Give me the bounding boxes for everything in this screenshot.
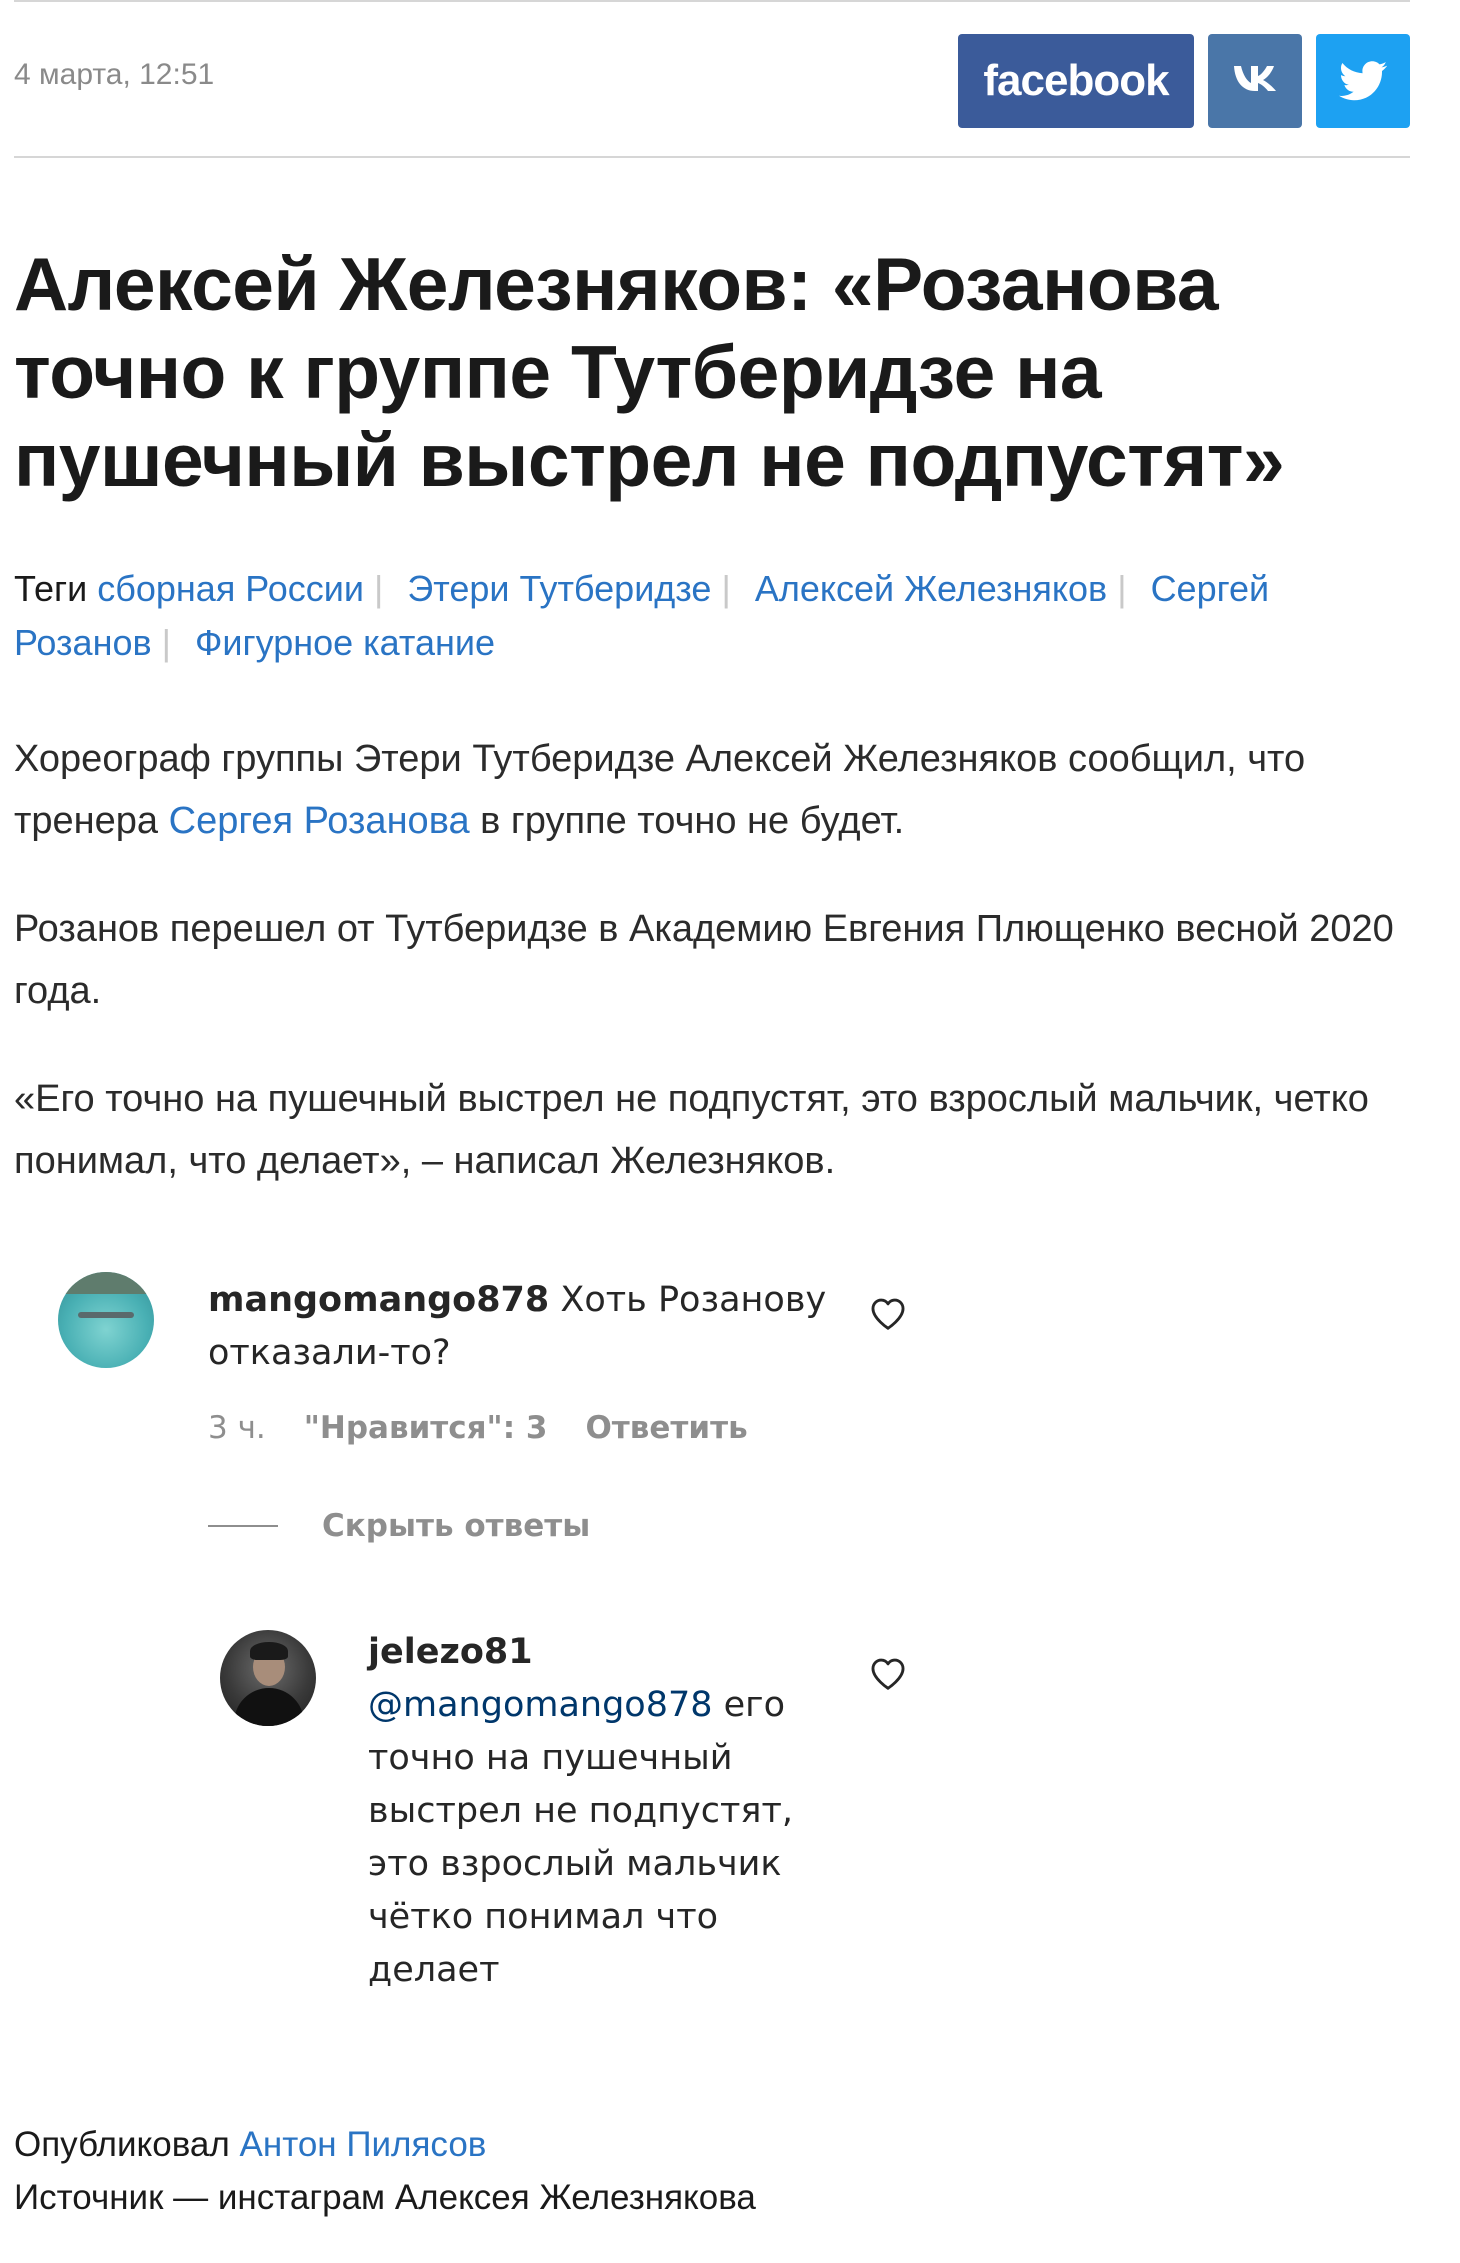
author-link[interactable]: Антон Пилясов xyxy=(240,2125,487,2164)
avatar-boat xyxy=(78,1312,134,1318)
avatar-body xyxy=(234,1688,304,1726)
heart-icon[interactable] xyxy=(869,1655,907,1693)
tags-label: Теги xyxy=(14,568,88,609)
comment-username[interactable]: mangomango878 xyxy=(208,1280,549,1320)
tag-separator: | xyxy=(161,622,171,663)
article-paragraph: Розанов перешел от Тутберидзе в Академию… xyxy=(14,908,1394,1012)
reply-mention[interactable]: @mangomango878 xyxy=(368,1685,713,1725)
twitter-bird-icon xyxy=(1339,61,1387,101)
source-line: Источник — инстаграм Алексея Железнякова xyxy=(14,2178,756,2217)
reply-button[interactable]: Ответить xyxy=(585,1410,747,1446)
vk-logo-icon xyxy=(1234,66,1276,91)
tag-separator: | xyxy=(1117,568,1127,609)
avatar[interactable] xyxy=(220,1630,316,1726)
publish-date: 4 марта, 12:51 xyxy=(14,58,215,91)
avatar[interactable] xyxy=(58,1272,154,1368)
paragraph-text: в группе точно не будет. xyxy=(469,800,905,842)
hide-replies-label: Скрыть ответы xyxy=(322,1508,591,1544)
avatar-hair xyxy=(250,1642,288,1660)
hide-replies-button[interactable]: Скрыть ответы xyxy=(208,1508,590,1544)
article-paragraph: Хореограф группы Этери Тутберидзе Алексе… xyxy=(14,728,1404,852)
share-buttons: facebook xyxy=(958,34,1410,128)
avatar-shore xyxy=(58,1272,154,1294)
heart-icon[interactable] xyxy=(869,1295,907,1333)
reply-body: его точно на пушечный выстрел не подпуст… xyxy=(368,1685,793,1990)
twitter-share-button[interactable] xyxy=(1316,34,1410,128)
vk-share-button[interactable] xyxy=(1208,34,1302,128)
reply-username[interactable]: jelezo81 xyxy=(368,1632,533,1672)
comment-text: mangomango878 Хоть Розанову отказали-то? xyxy=(208,1274,848,1380)
tag-link[interactable]: Фигурное катание xyxy=(195,622,495,663)
tag-link[interactable]: Алексей Железняков xyxy=(755,568,1107,609)
facebook-share-button[interactable]: facebook xyxy=(958,34,1194,128)
article-title: Алексей Железняков: «Розанова точно к гр… xyxy=(14,242,1285,502)
tag-link[interactable]: Этери Тутберидзе xyxy=(407,568,711,609)
article-quote: «Его точно на пушечный выстрел не подпус… xyxy=(14,1078,1369,1182)
tags-list: Теги сборная России | Этери Тутберидзе | А… xyxy=(14,562,1410,670)
published-by: Опубликовал Антон Пилясов xyxy=(14,2118,1410,2171)
tag-link[interactable]: сборная России xyxy=(97,568,364,609)
comment-likes[interactable]: "Нравится": 3 xyxy=(304,1410,548,1446)
comment-meta: 3 ч. "Нравится": 3 Ответить xyxy=(208,1410,748,1446)
top-divider xyxy=(14,0,1410,2)
tag-separator: | xyxy=(721,568,731,609)
tag-separator: | xyxy=(373,568,384,609)
article-meta-row: 4 марта, 12:51 facebook xyxy=(14,30,1410,130)
published-label: Опубликовал xyxy=(14,2125,240,2164)
reply-text: jelezo81 @mangomango878 его точно на пуш… xyxy=(368,1626,828,1997)
replies-line xyxy=(208,1525,278,1527)
facebook-label: facebook xyxy=(983,56,1169,105)
article-footer: Опубликовал Антон Пилясов Источник — инс… xyxy=(14,2118,1410,2224)
comment-time: 3 ч. xyxy=(208,1410,266,1446)
person-link[interactable]: Сергея Розанова xyxy=(169,800,470,842)
vk-icon xyxy=(1232,60,1278,102)
meta-divider xyxy=(14,156,1410,158)
instagram-comment-embed: mangomango878 Хоть Розанову отказали-то?… xyxy=(14,1250,1410,2050)
